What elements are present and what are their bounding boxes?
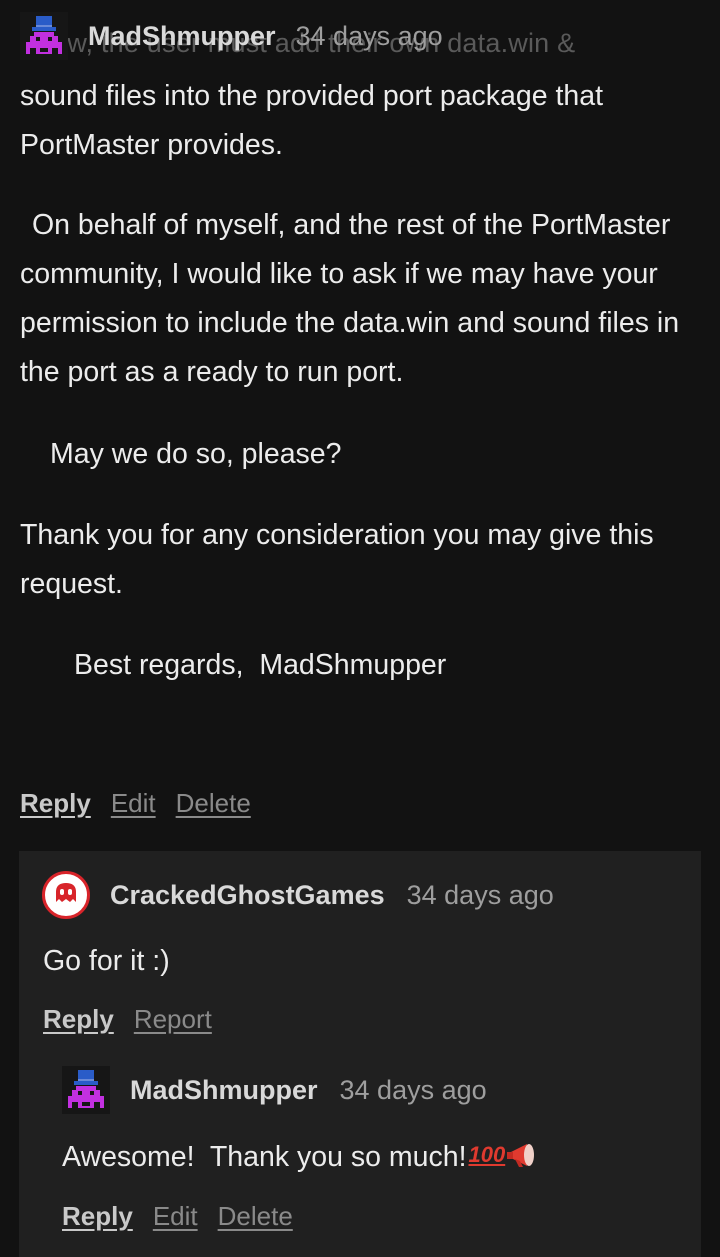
megaphone-emoji-icon: [507, 1140, 541, 1178]
edit-link[interactable]: Edit: [111, 788, 156, 819]
report-link[interactable]: Report: [134, 1004, 212, 1035]
comment-timestamp[interactable]: 34 days ago: [296, 21, 443, 52]
edit-link[interactable]: Edit: [153, 1201, 198, 1232]
comment-signature: Best regards, MadShmupper: [74, 649, 447, 681]
comment-paragraph-4: Thank you for any consideration you may …: [20, 519, 654, 600]
nested-reply-username[interactable]: MadShmupper: [130, 1075, 318, 1106]
delete-link[interactable]: Delete: [218, 1201, 293, 1232]
reply-actions: Reply Report: [43, 1004, 232, 1035]
hundred-points-emoji-icon: 100: [468, 1142, 506, 1167]
reply-text: Go for it :): [43, 945, 170, 977]
comment-actions: Reply Edit Delete: [20, 788, 271, 819]
reply-header: CrackedGhostGames 34 days ago: [42, 871, 554, 919]
reply-link[interactable]: Reply: [20, 788, 91, 819]
nested-reply-header: MadShmupper 34 days ago: [62, 1066, 487, 1114]
comment-header: MadShmupper 34 days ago: [20, 10, 443, 62]
nested-reply-timestamp[interactable]: 34 days ago: [340, 1075, 487, 1106]
delete-link[interactable]: Delete: [176, 788, 251, 819]
reply-timestamp[interactable]: 34 days ago: [407, 880, 554, 911]
nested-reply-text: Awesome! Thank you so much!: [62, 1141, 467, 1173]
space-invader-avatar-icon[interactable]: [20, 12, 68, 60]
nested-reply-actions: Reply Edit Delete: [62, 1201, 313, 1232]
comment-username[interactable]: MadShmupper: [88, 21, 276, 52]
nested-reply-text-row: Awesome! Thank you so much!100: [62, 1140, 541, 1178]
comment-thread: r now, the user must add their own data.…: [0, 0, 720, 1257]
comment-paragraph-1: sound files into the provided port packa…: [20, 80, 604, 161]
space-invader-avatar-icon[interactable]: [62, 1066, 110, 1114]
comment-paragraph-3: May we do so, please?: [50, 438, 342, 470]
reply-link[interactable]: Reply: [62, 1201, 133, 1232]
comment-paragraph-2: On behalf of myself, and the rest of the…: [20, 209, 680, 388]
reply-link[interactable]: Reply: [43, 1004, 114, 1035]
ghost-avatar-icon[interactable]: [42, 871, 90, 919]
reply-container: CrackedGhostGames 34 days ago Go for it …: [19, 851, 701, 1257]
reply-username[interactable]: CrackedGhostGames: [110, 880, 385, 911]
